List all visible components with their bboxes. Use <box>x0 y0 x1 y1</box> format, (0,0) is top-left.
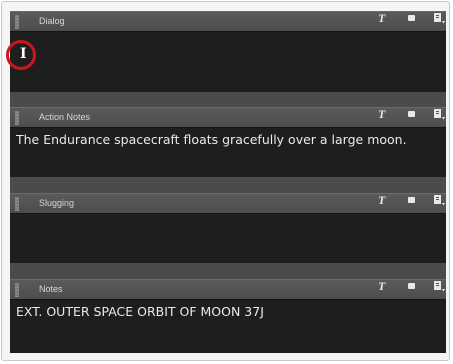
square-icon[interactable] <box>408 111 415 117</box>
square-icon[interactable] <box>408 197 415 203</box>
slugging-field[interactable] <box>10 213 446 263</box>
section-dialog: Dialog T <box>10 11 446 95</box>
section-title: Dialog <box>39 16 65 26</box>
panel-menu-icon[interactable] <box>434 281 445 292</box>
dialog-field[interactable] <box>10 31 446 92</box>
section-notes: Notes T EXT. OUTER SPACE ORBIT OF MOON 3… <box>10 279 446 353</box>
square-icon[interactable] <box>408 283 415 289</box>
section-header[interactable]: Dialog T <box>10 11 446 31</box>
grip-icon[interactable] <box>15 197 19 211</box>
text-tool-icon[interactable]: T <box>378 12 388 24</box>
section-header[interactable]: Action Notes T <box>10 107 446 127</box>
section-title: Action Notes <box>39 112 91 122</box>
text-tool-icon[interactable]: T <box>378 108 388 120</box>
section-title: Slugging <box>39 198 75 208</box>
action-notes-field[interactable]: The Endurance spacecraft floats graceful… <box>10 127 446 177</box>
grip-icon[interactable] <box>15 283 19 297</box>
panel-menu-icon[interactable] <box>434 109 445 120</box>
text-cursor-icon: I <box>20 46 27 62</box>
section-action-notes: Action Notes T The Endurance spacecraft … <box>10 107 446 179</box>
notes-text[interactable]: EXT. OUTER SPACE ORBIT OF MOON 37J <box>16 303 434 320</box>
grip-icon[interactable] <box>15 15 19 29</box>
panel-frame: Dialog T Action Notes T The Endurance sp… <box>1 1 450 361</box>
section-header[interactable]: Notes T <box>10 279 446 299</box>
section-header[interactable]: Slugging T <box>10 193 446 213</box>
section-title: Notes <box>39 284 63 294</box>
grip-icon[interactable] <box>15 111 19 125</box>
notes-field[interactable]: EXT. OUTER SPACE ORBIT OF MOON 37J <box>10 299 446 353</box>
text-tool-icon[interactable]: T <box>378 280 388 292</box>
square-icon[interactable] <box>408 15 415 21</box>
panel-menu-icon[interactable] <box>434 13 445 24</box>
section-slugging: Slugging T <box>10 193 446 265</box>
text-tool-icon[interactable]: T <box>378 194 388 206</box>
script-panel: Dialog T Action Notes T The Endurance sp… <box>10 11 446 353</box>
panel-menu-icon[interactable] <box>434 195 445 206</box>
action-notes-text[interactable]: The Endurance spacecraft floats graceful… <box>16 131 434 148</box>
